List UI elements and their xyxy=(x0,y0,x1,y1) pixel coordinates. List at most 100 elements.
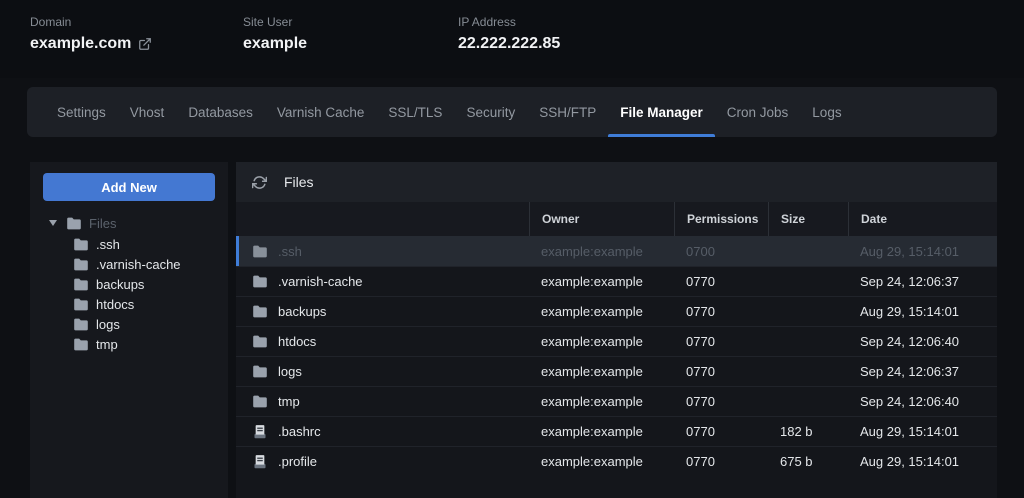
table-row[interactable]: htdocs example:example 0770 Sep 24, 12:0… xyxy=(236,326,997,356)
file-name: backups xyxy=(278,304,326,319)
file-date: Sep 24, 12:06:37 xyxy=(848,274,997,289)
file-date: Aug 29, 15:14:01 xyxy=(848,304,997,319)
files-table-body: .ssh example:example 0700 Aug 29, 15:14:… xyxy=(236,236,997,476)
tree-item-label: .ssh xyxy=(96,237,120,252)
files-table-header: Owner Permissions Size Date xyxy=(236,202,997,236)
tree-root-label: Files xyxy=(89,216,116,231)
tree-item-varnish-cache[interactable]: .varnish-cache xyxy=(43,254,215,274)
tab-security[interactable]: Security xyxy=(454,87,527,137)
ip-address-field: IP Address 22.222.222.85 xyxy=(458,15,560,53)
table-row[interactable]: .ssh example:example 0700 Aug 29, 15:14:… xyxy=(236,236,997,266)
file-date: Aug 29, 15:14:01 xyxy=(848,454,997,469)
external-link-icon[interactable] xyxy=(138,37,152,51)
folder-icon xyxy=(73,238,89,251)
file-icon xyxy=(252,424,268,439)
domain-label: Domain xyxy=(30,15,152,29)
folder-icon xyxy=(252,304,268,319)
site-user-label: Site User xyxy=(243,15,307,29)
file-permissions: 0770 xyxy=(674,364,768,379)
folder-icon xyxy=(252,274,268,289)
tab-ssl-tls[interactable]: SSL/TLS xyxy=(376,87,454,137)
tree-item-htdocs[interactable]: htdocs xyxy=(43,294,215,314)
tree-item-tmp[interactable]: tmp xyxy=(43,334,215,354)
tree-item-ssh[interactable]: .ssh xyxy=(43,234,215,254)
tab-logs[interactable]: Logs xyxy=(800,87,853,137)
domain-field: Domain example.com xyxy=(30,15,152,53)
file-name: tmp xyxy=(278,394,300,409)
tree-item-label: logs xyxy=(96,317,120,332)
folder-icon xyxy=(252,394,268,409)
table-row[interactable]: .bashrc example:example 0770 182 b Aug 2… xyxy=(236,416,997,446)
refresh-icon[interactable] xyxy=(252,175,267,190)
file-owner: example:example xyxy=(529,304,674,319)
tab-bar: SettingsVhostDatabasesVarnish CacheSSL/T… xyxy=(27,87,997,137)
file-permissions: 0700 xyxy=(674,244,768,259)
tab-settings[interactable]: Settings xyxy=(45,87,118,137)
file-tree: Files .ssh .varnish-cache backups htdocs xyxy=(43,213,215,354)
column-header-owner: Owner xyxy=(529,202,674,236)
file-owner: example:example xyxy=(529,394,674,409)
file-name: logs xyxy=(278,364,302,379)
file-permissions: 0770 xyxy=(674,304,768,319)
file-owner: example:example xyxy=(529,454,674,469)
file-permissions: 0770 xyxy=(674,394,768,409)
site-summary-header: Domain example.com Site User example IP … xyxy=(0,0,1024,78)
file-date: Aug 29, 15:14:01 xyxy=(848,244,997,259)
tab-varnish-cache[interactable]: Varnish Cache xyxy=(265,87,377,137)
table-row[interactable]: backups example:example 0770 Aug 29, 15:… xyxy=(236,296,997,326)
file-size: 182 b xyxy=(768,424,848,439)
folder-icon xyxy=(252,244,268,259)
tree-item-logs[interactable]: logs xyxy=(43,314,215,334)
caret-down-icon[interactable] xyxy=(49,220,57,226)
table-row[interactable]: .profile example:example 0770 675 b Aug … xyxy=(236,446,997,476)
file-name: htdocs xyxy=(278,334,316,349)
file-owner: example:example xyxy=(529,364,674,379)
file-owner: example:example xyxy=(529,274,674,289)
file-manager-panel: Files Owner Permissions Size Date .ssh e… xyxy=(236,162,997,498)
file-permissions: 0770 xyxy=(674,454,768,469)
file-permissions: 0770 xyxy=(674,424,768,439)
add-new-button[interactable]: Add New xyxy=(43,173,215,201)
tab-file-manager[interactable]: File Manager xyxy=(608,87,715,137)
tab-databases[interactable]: Databases xyxy=(176,87,265,137)
file-owner: example:example xyxy=(529,334,674,349)
column-header-date: Date xyxy=(848,202,997,236)
tree-children: .ssh .varnish-cache backups htdocs logs xyxy=(43,234,215,354)
folder-icon xyxy=(252,364,268,379)
file-panel-title: Files xyxy=(284,174,314,190)
table-row[interactable]: logs example:example 0770 Sep 24, 12:06:… xyxy=(236,356,997,386)
file-name: .ssh xyxy=(278,244,302,259)
tab-ssh-ftp[interactable]: SSH/FTP xyxy=(527,87,608,137)
file-owner: example:example xyxy=(529,424,674,439)
file-name: .profile xyxy=(278,454,317,469)
file-date: Sep 24, 12:06:37 xyxy=(848,364,997,379)
column-header-size: Size xyxy=(768,202,848,236)
tree-root-files[interactable]: Files xyxy=(43,213,215,233)
folder-icon xyxy=(73,258,89,271)
folder-icon xyxy=(73,278,89,291)
tree-item-label: tmp xyxy=(96,337,118,352)
tree-item-label: .varnish-cache xyxy=(96,257,181,272)
site-user-value: example xyxy=(243,35,307,53)
file-name: .bashrc xyxy=(278,424,321,439)
content-area: Add New Files .ssh .varnish-cache xyxy=(30,162,997,498)
ip-address-value: 22.222.222.85 xyxy=(458,35,560,53)
table-row[interactable]: tmp example:example 0770 Sep 24, 12:06:4… xyxy=(236,386,997,416)
tab-cron-jobs[interactable]: Cron Jobs xyxy=(715,87,801,137)
folder-icon xyxy=(252,334,268,349)
column-header-name xyxy=(236,202,529,236)
file-permissions: 0770 xyxy=(674,274,768,289)
column-header-permissions: Permissions xyxy=(674,202,768,236)
tree-item-backups[interactable]: backups xyxy=(43,274,215,294)
file-permissions: 0770 xyxy=(674,334,768,349)
tree-item-label: backups xyxy=(96,277,144,292)
folder-icon xyxy=(73,318,89,331)
site-user-field: Site User example xyxy=(243,15,307,53)
tab-vhost[interactable]: Vhost xyxy=(118,87,177,137)
file-date: Aug 29, 15:14:01 xyxy=(848,424,997,439)
file-owner: example:example xyxy=(529,244,674,259)
file-panel-header: Files xyxy=(236,162,997,202)
table-row[interactable]: .varnish-cache example:example 0770 Sep … xyxy=(236,266,997,296)
file-date: Sep 24, 12:06:40 xyxy=(848,334,997,349)
folder-icon xyxy=(73,298,89,311)
